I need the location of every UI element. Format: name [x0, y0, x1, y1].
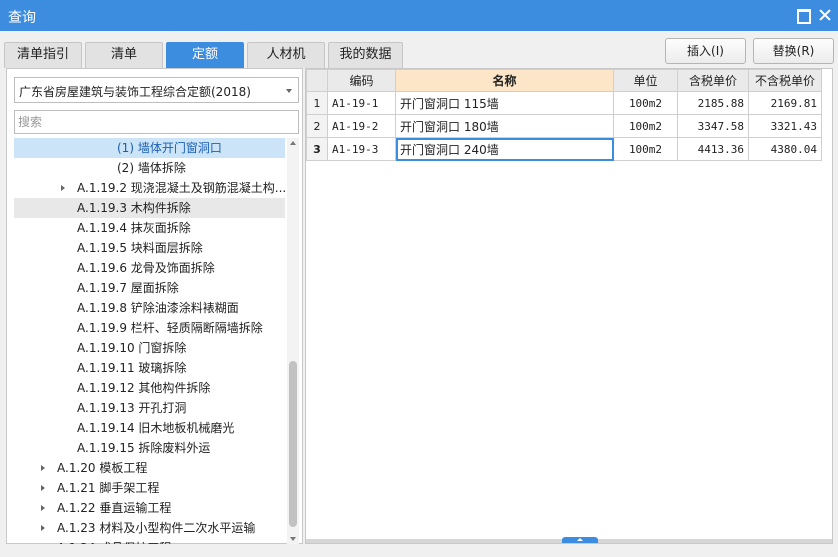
quota-table: 编码 名称 单位 含税单价 不含税单价 1 A1-19-1 开门窗洞口 115墙…: [306, 69, 822, 161]
tree-item-label: A.1.19.4 抹灰面拆除: [77, 221, 191, 235]
chevron-right-icon[interactable]: [41, 485, 45, 491]
quota-tree: (1) 墙体开门窗洞口 (2) 墙体拆除 A.1.19.2 现浇混凝土及钢筋混凝土构…: [14, 138, 285, 544]
cell-price-notax[interactable]: 3321.43: [748, 114, 822, 138]
scroll-down-icon[interactable]: [290, 537, 296, 541]
table-header-row: 编码 名称 单位 含税单价 不含税单价: [306, 69, 822, 92]
search-input[interactable]: [14, 110, 299, 134]
tree-item[interactable]: A.1.19.8 铲除油漆涂料裱糊面: [14, 298, 285, 318]
tree-item[interactable]: A.1.24 成品保护工程: [14, 538, 285, 544]
cell-price-tax[interactable]: 2185.88: [677, 91, 749, 115]
tab-quota[interactable]: 定额: [166, 42, 244, 68]
tree-item[interactable]: A.1.19.11 玻璃拆除: [14, 358, 285, 378]
quota-library-select[interactable]: 广东省房屋建筑与装饰工程综合定额(2018): [14, 77, 299, 103]
cell-price-notax[interactable]: 4380.04: [748, 137, 822, 161]
cell-code[interactable]: A1-19-1: [327, 91, 396, 115]
chevron-down-icon: [286, 89, 292, 93]
cell-name[interactable]: 开门窗洞口 240墙: [395, 137, 614, 161]
cell-unit[interactable]: 100m2: [613, 137, 678, 161]
tree-item-label: A.1.22 垂直运输工程: [57, 501, 172, 515]
col-index-header: [306, 69, 328, 92]
table-row[interactable]: 2 A1-19-2 开门窗洞口 180墙 100m2 3347.58 3321.…: [306, 114, 822, 138]
tree-item-label: A.1.19.13 开孔打洞: [77, 401, 187, 415]
splitter-handle[interactable]: [562, 537, 598, 543]
col-price-notax-header[interactable]: 不含税单价: [748, 69, 822, 92]
cell-name[interactable]: 开门窗洞口 115墙: [395, 91, 614, 115]
chevron-right-icon[interactable]: [41, 465, 45, 471]
tree-item-label: A.1.19.10 门窗拆除: [77, 341, 187, 355]
tree-scrollbar[interactable]: [287, 138, 299, 544]
tree-item[interactable]: A.1.19.10 门窗拆除: [14, 338, 285, 358]
chevron-right-icon[interactable]: [61, 185, 65, 191]
tree-item-label: A.1.19.15 拆除废料外运: [77, 441, 211, 455]
title-bar: 查询: [0, 0, 838, 31]
col-code-header[interactable]: 编码: [327, 69, 396, 92]
cell-unit[interactable]: 100m2: [613, 91, 678, 115]
window-title: 查询: [8, 10, 36, 26]
col-unit-header[interactable]: 单位: [613, 69, 678, 92]
tree-item[interactable]: A.1.20 模板工程: [14, 458, 285, 478]
row-index: 2: [306, 114, 328, 138]
tree-item-label: A.1.19.9 栏杆、轻质隔断隔墙拆除: [77, 321, 263, 335]
tab-labor-material-machine[interactable]: 人材机: [247, 42, 325, 68]
row-index: 1: [306, 91, 328, 115]
cell-code[interactable]: A1-19-3: [327, 137, 396, 161]
tree-item-label: A.1.21 脚手架工程: [57, 481, 160, 495]
tree-item[interactable]: A.1.19.7 屋面拆除: [14, 278, 285, 298]
tab-bill[interactable]: 清单: [85, 42, 163, 68]
tree-item-label: A.1.23 材料及小型构件二次水平运输: [57, 521, 256, 535]
scroll-up-icon[interactable]: [290, 141, 296, 145]
cell-unit[interactable]: 100m2: [613, 114, 678, 138]
tree-item-label: A.1.19.5 块料面层拆除: [77, 241, 203, 255]
table-row[interactable]: 1 A1-19-1 开门窗洞口 115墙 100m2 2185.88 2169.…: [306, 91, 822, 115]
tree-item[interactable]: A.1.19.2 现浇混凝土及钢筋混凝土构...: [14, 178, 285, 198]
tree-item-label: A.1.19.14 旧木地板机械磨光: [77, 421, 235, 435]
replace-button[interactable]: 替换(R): [753, 38, 834, 64]
quota-tree-panel: 广东省房屋建筑与装饰工程综合定额(2018) (1) 墙体开门窗洞口 (2) 墙体…: [6, 68, 303, 544]
tree-item[interactable]: A.1.19.13 开孔打洞: [14, 398, 285, 418]
scrollbar-thumb[interactable]: [289, 361, 297, 527]
tree-item[interactable]: A.1.19.9 栏杆、轻质隔断隔墙拆除: [14, 318, 285, 338]
tree-item-label: A.1.19.3 木构件拆除: [77, 201, 191, 215]
tree-item[interactable]: (1) 墙体开门窗洞口: [14, 138, 285, 158]
quota-library-value: 广东省房屋建筑与装饰工程综合定额(2018): [19, 85, 251, 99]
table-row[interactable]: 3 A1-19-3 开门窗洞口 240墙 100m2 4413.36 4380.…: [306, 137, 822, 161]
tree-item-label: A.1.19.7 屋面拆除: [77, 281, 179, 295]
tree-item-label: A.1.19.12 其他构件拆除: [77, 381, 211, 395]
tree-item[interactable]: A.1.19.12 其他构件拆除: [14, 378, 285, 398]
tree-item[interactable]: A.1.19.6 龙骨及饰面拆除: [14, 258, 285, 278]
tree-item-label: (2) 墙体拆除: [117, 161, 186, 175]
cell-price-tax[interactable]: 4413.36: [677, 137, 749, 161]
tree-item-label: (1) 墙体开门窗洞口: [117, 141, 222, 155]
tab-my-data[interactable]: 我的数据: [328, 42, 403, 68]
insert-button[interactable]: 插入(I): [665, 38, 746, 64]
tree-item[interactable]: A.1.19.5 块料面层拆除: [14, 238, 285, 258]
chevron-right-icon[interactable]: [41, 505, 45, 511]
tree-item-label: A.1.19.8 铲除油漆涂料裱糊面: [77, 301, 239, 315]
cell-price-tax[interactable]: 3347.58: [677, 114, 749, 138]
tree-item[interactable]: A.1.19.15 拆除废料外运: [14, 438, 285, 458]
close-icon[interactable]: [818, 8, 832, 22]
tree-item-label: A.1.19.2 现浇混凝土及钢筋混凝土构...: [77, 181, 285, 195]
tree-item[interactable]: (2) 墙体拆除: [14, 158, 285, 178]
row-index: 3: [306, 137, 328, 161]
quota-results-panel: 编码 名称 单位 含税单价 不含税单价 1 A1-19-1 开门窗洞口 115墙…: [305, 68, 833, 544]
tree-item-label: A.1.20 模板工程: [57, 461, 148, 475]
col-name-header[interactable]: 名称: [395, 69, 614, 92]
chevron-right-icon[interactable]: [41, 525, 45, 531]
maximize-icon[interactable]: [796, 8, 811, 24]
tab-bill-guide[interactable]: 清单指引: [4, 42, 82, 68]
tree-item[interactable]: A.1.22 垂直运输工程: [14, 498, 285, 518]
cell-code[interactable]: A1-19-2: [327, 114, 396, 138]
tree-item[interactable]: A.1.23 材料及小型构件二次水平运输: [14, 518, 285, 538]
tree-item[interactable]: A.1.21 脚手架工程: [14, 478, 285, 498]
tree-item[interactable]: A.1.19.3 木构件拆除: [14, 198, 285, 218]
col-price-tax-header[interactable]: 含税单价: [677, 69, 749, 92]
cell-name[interactable]: 开门窗洞口 180墙: [395, 114, 614, 138]
tree-item-label: A.1.19.6 龙骨及饰面拆除: [77, 261, 215, 275]
tree-item[interactable]: A.1.19.14 旧木地板机械磨光: [14, 418, 285, 438]
tree-item-label: A.1.24 成品保护工程: [57, 538, 171, 544]
cell-price-notax[interactable]: 2169.81: [748, 91, 822, 115]
tree-item[interactable]: A.1.19.4 抹灰面拆除: [14, 218, 285, 238]
tree-item-label: A.1.19.11 玻璃拆除: [77, 361, 187, 375]
